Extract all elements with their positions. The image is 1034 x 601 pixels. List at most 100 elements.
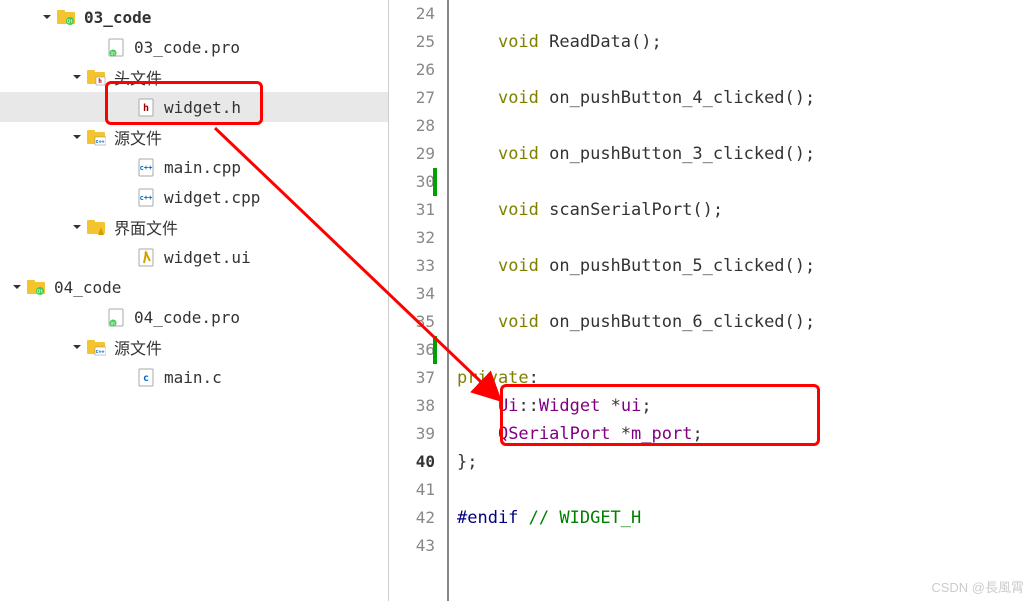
file-cpp-icon: c++	[136, 187, 156, 207]
code-line[interactable]	[457, 224, 1034, 252]
code-line[interactable]: };	[457, 448, 1034, 476]
watermark: CSDN @長風霄	[931, 577, 1024, 596]
svg-text:h: h	[98, 78, 102, 85]
line-number: 38	[389, 392, 435, 420]
line-number: 39	[389, 420, 435, 448]
code-line[interactable]	[457, 112, 1034, 140]
code-line[interactable]: #endif // WIDGET_H	[457, 504, 1034, 532]
file-pro-icon: Qt	[106, 37, 126, 57]
folder-qt-icon: Qt	[26, 277, 46, 297]
expand-arrow-icon[interactable]	[10, 280, 24, 294]
file-ui-icon	[136, 247, 156, 267]
expand-arrow-icon[interactable]	[70, 70, 84, 84]
code-line[interactable]: void on_pushButton_4_clicked();	[457, 84, 1034, 112]
tree-item-label: 头文件	[114, 65, 162, 89]
tree-item[interactable]: Qt 03_code	[0, 2, 388, 32]
folder-cpp-icon: c++	[86, 337, 106, 357]
line-number: 31	[389, 196, 435, 224]
tree-item[interactable]: widget.ui	[0, 242, 388, 272]
code-editor: 2425262728293031323334353637383940414243…	[388, 0, 1034, 601]
svg-text:c++: c++	[95, 349, 104, 355]
code-line[interactable]: QSerialPort *m_port;	[457, 420, 1034, 448]
tree-item[interactable]: h 头文件	[0, 62, 388, 92]
line-number: 40	[389, 448, 435, 476]
tree-item-label: 源文件	[114, 125, 162, 149]
line-number: 42	[389, 504, 435, 532]
svg-text:Qt: Qt	[111, 321, 116, 326]
svg-text:Qt: Qt	[67, 19, 73, 25]
tree-item-label: 03_code	[84, 8, 151, 27]
project-tree-sidebar: Qt 03_code Qt 03_code.proh 头文件 h widget.h c++ 源文…	[0, 0, 388, 601]
code-line[interactable]: void on_pushButton_3_clicked();	[457, 140, 1034, 168]
code-line[interactable]	[457, 532, 1034, 560]
tree-item[interactable]: Qt 03_code.pro	[0, 32, 388, 62]
line-number: 24	[389, 0, 435, 28]
tree-item[interactable]: Qt 04_code	[0, 272, 388, 302]
expand-arrow-icon	[120, 100, 134, 114]
code-line[interactable]	[457, 476, 1034, 504]
code-line[interactable]	[457, 168, 1034, 196]
line-number: 27	[389, 84, 435, 112]
svg-text:c: c	[143, 373, 149, 384]
code-line[interactable]: void ReadData();	[457, 28, 1034, 56]
folder-qt-icon: Qt	[56, 7, 76, 27]
code-line[interactable]	[457, 280, 1034, 308]
tree-item[interactable]: c++ widget.cpp	[0, 182, 388, 212]
line-number: 43	[389, 532, 435, 560]
svg-text:c++: c++	[140, 164, 153, 172]
folder-h-icon: h	[86, 67, 106, 87]
expand-arrow-icon	[120, 370, 134, 384]
tree-item[interactable]: c main.c	[0, 362, 388, 392]
code-line[interactable]: void on_pushButton_5_clicked();	[457, 252, 1034, 280]
expand-arrow-icon[interactable]	[70, 130, 84, 144]
file-cpp-icon: c++	[136, 157, 156, 177]
tree-item-label: main.c	[164, 368, 222, 387]
expand-arrow-icon[interactable]	[40, 10, 54, 24]
tree-item-label: widget.cpp	[164, 188, 260, 207]
tree-item-label: main.cpp	[164, 158, 241, 177]
line-number: 34	[389, 280, 435, 308]
expand-arrow-icon	[120, 250, 134, 264]
line-number-gutter: 2425262728293031323334353637383940414243	[389, 0, 449, 601]
code-line[interactable]	[457, 56, 1034, 84]
file-pro-icon: Qt	[106, 307, 126, 327]
line-number: 35	[389, 308, 435, 336]
expand-arrow-icon[interactable]	[70, 220, 84, 234]
code-line[interactable]: private:	[457, 364, 1034, 392]
tree-item[interactable]: c++ 源文件	[0, 122, 388, 152]
tree-item[interactable]: c++ main.cpp	[0, 152, 388, 182]
svg-text:h: h	[143, 103, 149, 114]
expand-arrow-icon[interactable]	[70, 340, 84, 354]
tree-item-label: widget.ui	[164, 248, 251, 267]
tree-item[interactable]: c++ 源文件	[0, 332, 388, 362]
tree-item-label: 03_code.pro	[134, 38, 240, 57]
tree-item-label: 04_code.pro	[134, 308, 240, 327]
svg-text:Qt: Qt	[37, 289, 43, 295]
file-h-icon: h	[136, 97, 156, 117]
tree-item-label: 04_code	[54, 278, 121, 297]
folder-ui-icon	[86, 217, 106, 237]
line-number: 25	[389, 28, 435, 56]
folder-cpp-icon: c++	[86, 127, 106, 147]
line-number: 37	[389, 364, 435, 392]
line-number: 29	[389, 140, 435, 168]
expand-arrow-icon	[90, 310, 104, 324]
code-line[interactable]	[457, 336, 1034, 364]
expand-arrow-icon	[120, 160, 134, 174]
svg-text:Qt: Qt	[111, 51, 116, 56]
tree-item[interactable]: h widget.h	[0, 92, 388, 122]
line-number: 41	[389, 476, 435, 504]
svg-text:c++: c++	[140, 194, 153, 202]
code-line[interactable]: void scanSerialPort();	[457, 196, 1034, 224]
code-content[interactable]: void ReadData(); void on_pushButton_4_cl…	[449, 0, 1034, 601]
code-line[interactable]: void on_pushButton_6_clicked();	[457, 308, 1034, 336]
tree-item-label: 源文件	[114, 335, 162, 359]
code-line[interactable]: Ui::Widget *ui;	[457, 392, 1034, 420]
svg-text:c++: c++	[95, 139, 104, 145]
code-line[interactable]	[457, 0, 1034, 28]
tree-item-label: 界面文件	[114, 215, 178, 239]
tree-item[interactable]: Qt 04_code.pro	[0, 302, 388, 332]
line-number: 36	[389, 336, 435, 364]
tree-item-label: widget.h	[164, 98, 241, 117]
tree-item[interactable]: 界面文件	[0, 212, 388, 242]
